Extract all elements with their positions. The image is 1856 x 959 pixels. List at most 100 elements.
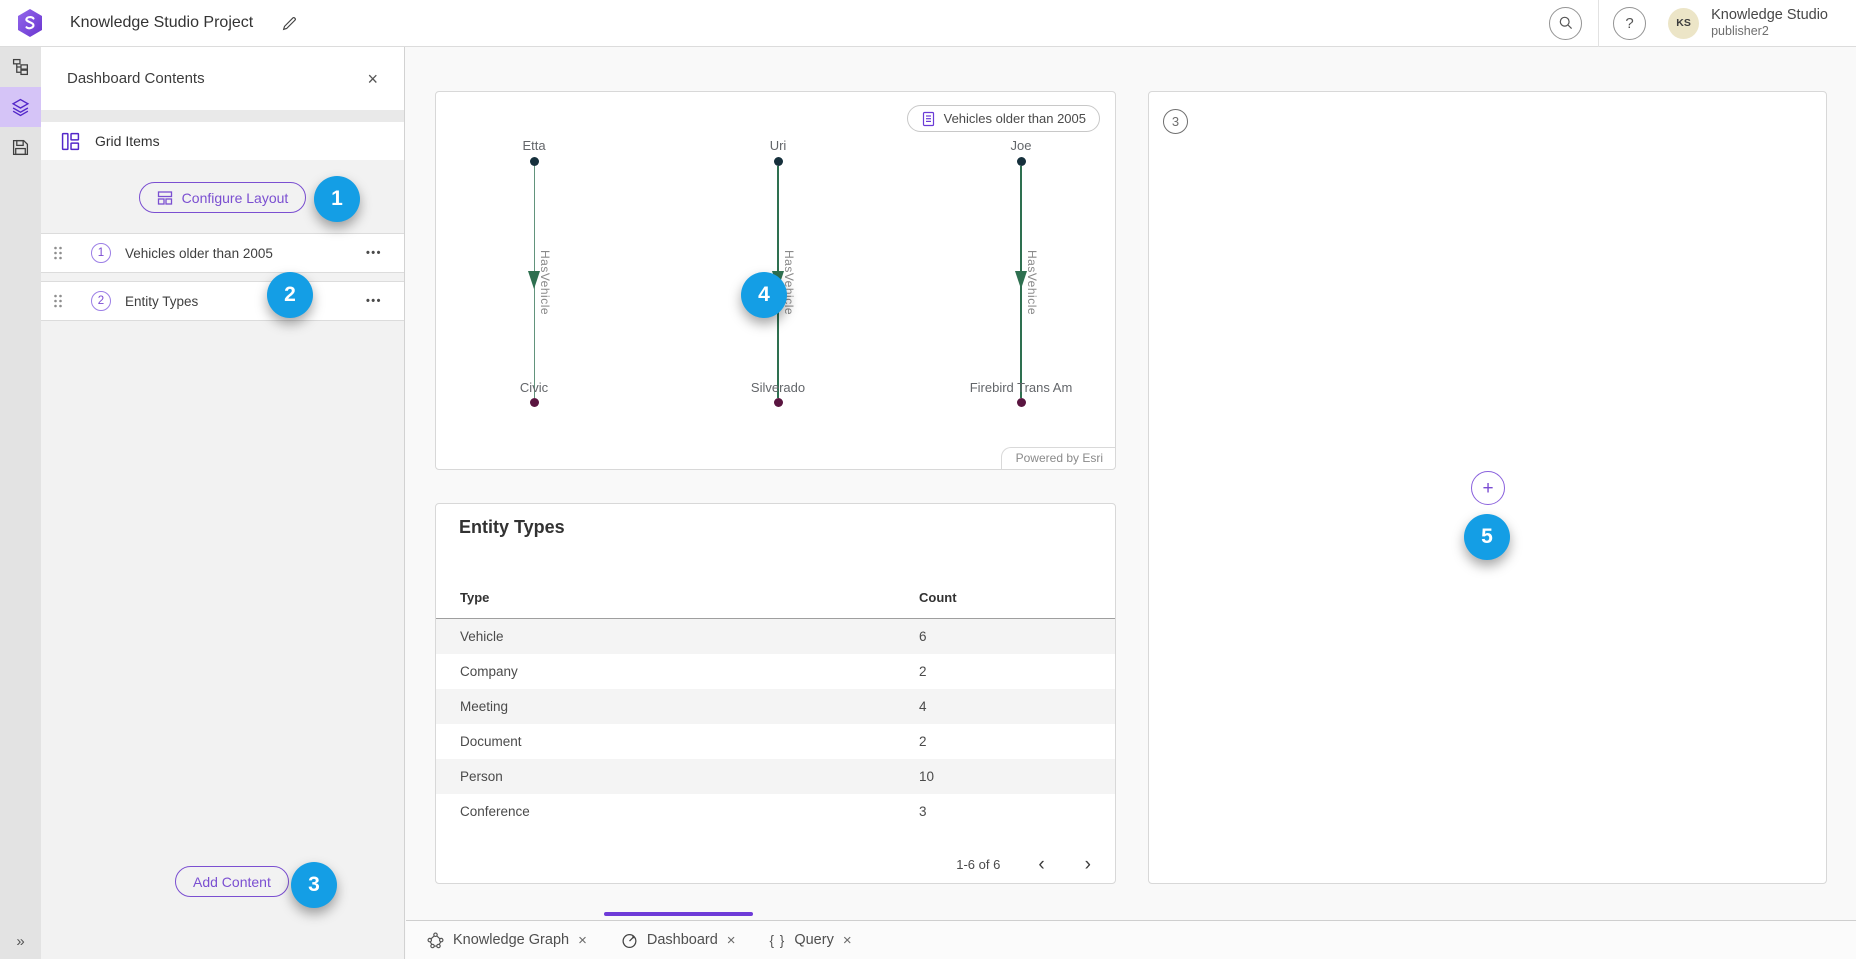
item-label: Vehicles older than 2005 — [125, 246, 273, 261]
search-icon — [1558, 15, 1574, 31]
item-options-button[interactable]: ••• — [360, 294, 388, 308]
page-title: Knowledge Studio Project — [70, 14, 253, 32]
help-icon: ? — [1625, 15, 1633, 32]
drag-handle-icon[interactable] — [51, 293, 65, 309]
cell-count: 3 — [919, 804, 927, 819]
table-row[interactable]: Vehicle 6 — [436, 619, 1115, 654]
widget-title: Entity Types — [459, 517, 565, 538]
cell-count: 2 — [919, 734, 927, 749]
ellipsis-icon: ••• — [366, 295, 382, 307]
chevron-left-icon: ‹ — [1038, 854, 1044, 875]
rail-item-data-model[interactable] — [0, 47, 41, 87]
tab-knowledge-graph[interactable]: Knowledge Graph × — [410, 921, 604, 959]
cell-count: 2 — [919, 664, 927, 679]
edit-title-button[interactable] — [277, 11, 302, 36]
grid-layout-icon — [61, 132, 80, 151]
sidebar-rail: » — [0, 47, 41, 959]
cell-count: 10 — [919, 769, 934, 784]
add-widget-button[interactable]: + — [1471, 471, 1505, 505]
callout-badge-4: 4 — [741, 272, 787, 318]
layout-icon — [157, 190, 173, 206]
table-row[interactable]: Document 2 — [436, 724, 1115, 759]
avatar[interactable]: KS — [1668, 8, 1699, 39]
cell-count: 6 — [919, 629, 927, 644]
source-node-label: Uri — [770, 138, 787, 153]
help-button[interactable]: ? — [1613, 7, 1646, 40]
pencil-icon — [281, 15, 298, 32]
grid-item-row[interactable]: 1 Vehicles older than 2005 ••• — [41, 233, 404, 273]
document-icon — [921, 111, 936, 127]
tab-query[interactable]: { } Query × — [753, 921, 869, 959]
cell-type: Company — [460, 664, 919, 679]
target-node-label: Civic — [520, 380, 548, 395]
tab-close-icon[interactable]: × — [843, 933, 852, 948]
search-button[interactable] — [1549, 7, 1582, 40]
layers-icon — [11, 98, 30, 117]
rail-item-contents[interactable] — [0, 87, 41, 127]
chevron-right-icon: › — [1085, 854, 1091, 875]
tab-dashboard[interactable]: Dashboard × — [604, 921, 753, 959]
source-node-label: Joe — [1011, 138, 1032, 153]
item-label: Entity Types — [125, 294, 198, 309]
tab-close-icon[interactable]: × — [727, 933, 736, 948]
slot-number-badge: 3 — [1163, 109, 1188, 134]
rail-item-save[interactable] — [0, 127, 41, 167]
double-chevron-right-icon: » — [16, 933, 24, 950]
cell-count: 4 — [919, 699, 927, 714]
ellipsis-icon: ••• — [366, 247, 382, 259]
tab-close-icon[interactable]: × — [578, 933, 587, 948]
grid-item-row[interactable]: 2 Entity Types ••• — [41, 281, 404, 321]
close-icon: × — [578, 932, 587, 949]
item-number-badge: 1 — [91, 243, 111, 263]
target-node-dot[interactable] — [530, 398, 539, 407]
esri-attribution: Powered by Esri — [1001, 447, 1115, 469]
table-row[interactable]: Person 10 — [436, 759, 1115, 794]
braces-icon: { } — [770, 933, 786, 948]
hierarchy-icon — [12, 58, 30, 76]
close-icon: × — [367, 69, 378, 89]
table-row[interactable]: Conference 3 — [436, 794, 1115, 829]
callout-badge-2: 2 — [267, 272, 313, 318]
tab-label: Query — [794, 932, 834, 948]
callout-badge-5: 5 — [1464, 514, 1510, 560]
table-row[interactable]: Meeting 4 — [436, 689, 1115, 724]
filter-chip[interactable]: Vehicles older than 2005 — [907, 105, 1100, 132]
drag-handle-icon[interactable] — [51, 245, 65, 261]
source-node-label: Etta — [522, 138, 545, 153]
edge-relation-label: HasVehicle — [1025, 250, 1039, 315]
pagination-prev-button[interactable]: ‹ — [1034, 855, 1048, 874]
item-options-button[interactable]: ••• — [360, 246, 388, 260]
callout-badge-1: 1 — [314, 176, 360, 222]
save-icon — [12, 139, 29, 156]
plus-icon: + — [1482, 479, 1493, 498]
panel-close-button[interactable]: × — [361, 69, 384, 89]
source-node-dot[interactable] — [774, 157, 783, 166]
grid-items-label: Grid Items — [95, 133, 160, 149]
target-node-dot[interactable] — [774, 398, 783, 407]
user-name: Knowledge Studio — [1711, 7, 1828, 24]
view-tabbar: Knowledge Graph × Dashboard × { } Query … — [406, 920, 1856, 959]
grid-items-header: Grid Items — [41, 122, 404, 160]
item-number-badge: 2 — [91, 291, 111, 311]
cell-type: Meeting — [460, 699, 919, 714]
cell-type: Document — [460, 734, 919, 749]
pagination-next-button[interactable]: › — [1081, 855, 1095, 874]
knowledge-graph-icon — [427, 932, 444, 949]
table-header-row: Type Count — [436, 576, 1115, 619]
configure-layout-button[interactable]: Configure Layout — [139, 182, 307, 213]
cell-type: Vehicle — [460, 629, 919, 644]
expand-rail-button[interactable]: » — [0, 932, 41, 951]
source-node-dot[interactable] — [1017, 157, 1026, 166]
target-node-dot[interactable] — [1017, 398, 1026, 407]
panel-divider — [41, 110, 404, 122]
pagination-range: 1-6 of 6 — [956, 857, 1000, 872]
user-role: publisher2 — [1711, 24, 1828, 38]
source-node-dot[interactable] — [530, 157, 539, 166]
table-row[interactable]: Company 2 — [436, 654, 1115, 689]
add-content-button[interactable]: Add Content — [175, 866, 289, 897]
close-icon: × — [727, 932, 736, 949]
cell-type: Conference — [460, 804, 919, 819]
cell-type: Person — [460, 769, 919, 784]
app-header: Knowledge Studio Project ? KS Knowledge … — [0, 0, 1856, 47]
header-divider — [1598, 0, 1599, 47]
